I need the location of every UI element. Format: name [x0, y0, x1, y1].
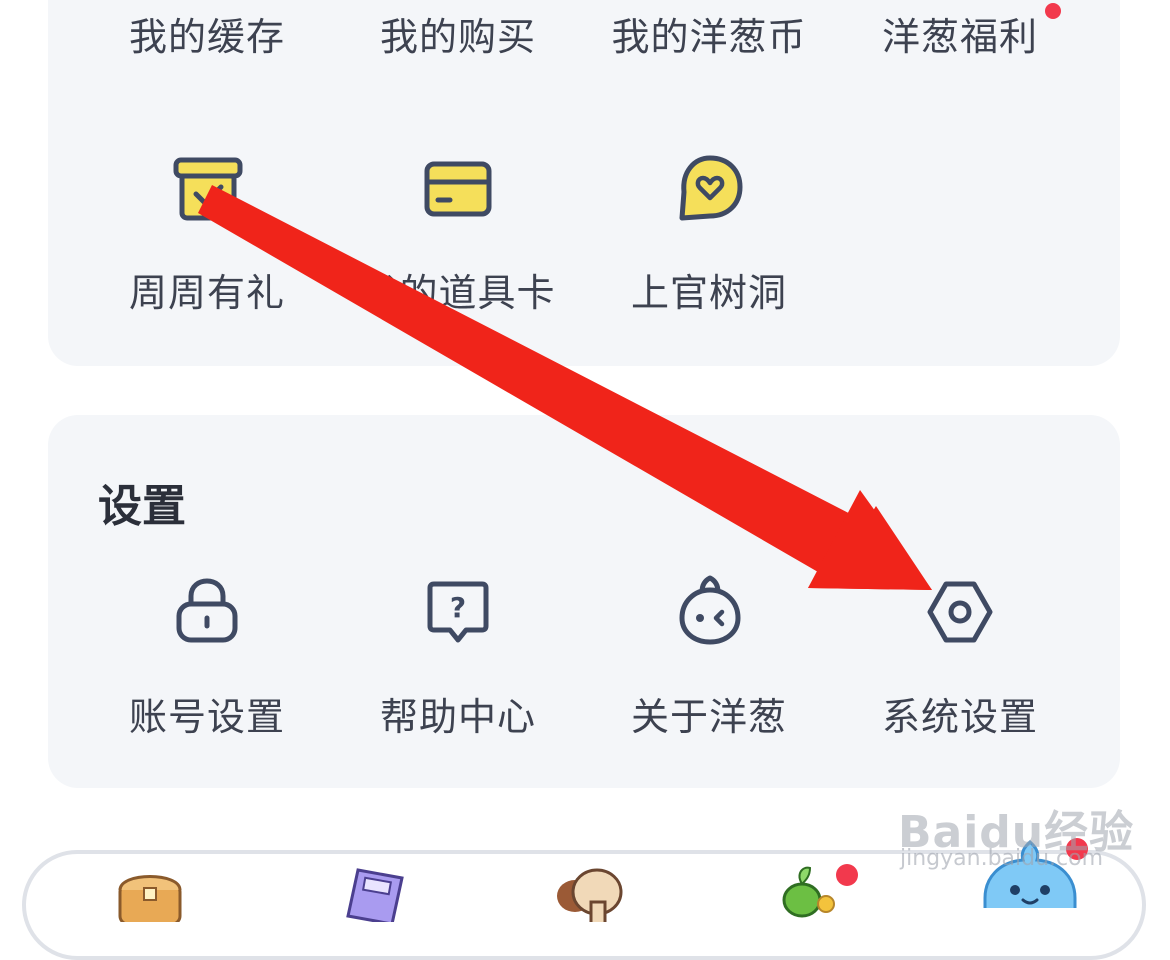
system-settings-label[interactable]: 系统设置: [840, 686, 1080, 741]
hex-gear-icon[interactable]: [920, 572, 1000, 652]
heart-bubble-icon[interactable]: [670, 150, 750, 230]
tree-hole-label[interactable]: 上官树洞: [589, 262, 829, 317]
settings-title: 设置: [98, 481, 186, 532]
notification-badge: [1045, 3, 1061, 19]
onion-benefits-item[interactable]: 洋葱福利: [840, 6, 1080, 61]
svg-text:?: ?: [450, 591, 466, 624]
lock-icon[interactable]: [167, 572, 247, 652]
onion-face-icon[interactable]: [670, 572, 750, 652]
about-onion-label[interactable]: 关于洋葱: [589, 686, 829, 741]
weekly-gift-label[interactable]: 周周有礼: [87, 262, 327, 317]
watermark-url: jingyan.baidu.com: [900, 846, 1104, 871]
help-bubble-icon[interactable]: ?: [418, 572, 498, 652]
mushroom-icon[interactable]: [545, 862, 635, 922]
my-coins-item[interactable]: 我的洋葱币: [589, 6, 829, 61]
prop-card-label[interactable]: 我的道具卡: [338, 262, 578, 317]
my-purchases-item[interactable]: 我的购买: [338, 6, 578, 61]
card-icon[interactable]: [418, 150, 498, 230]
help-center-label[interactable]: 帮助中心: [338, 686, 578, 741]
notification-badge: [836, 864, 858, 886]
my-cache-item[interactable]: 我的缓存: [87, 6, 327, 61]
gift-box-icon[interactable]: [168, 150, 248, 230]
book-icon[interactable]: [330, 862, 420, 922]
account-settings-label[interactable]: 账号设置: [87, 686, 327, 741]
chest-icon[interactable]: [106, 862, 196, 922]
